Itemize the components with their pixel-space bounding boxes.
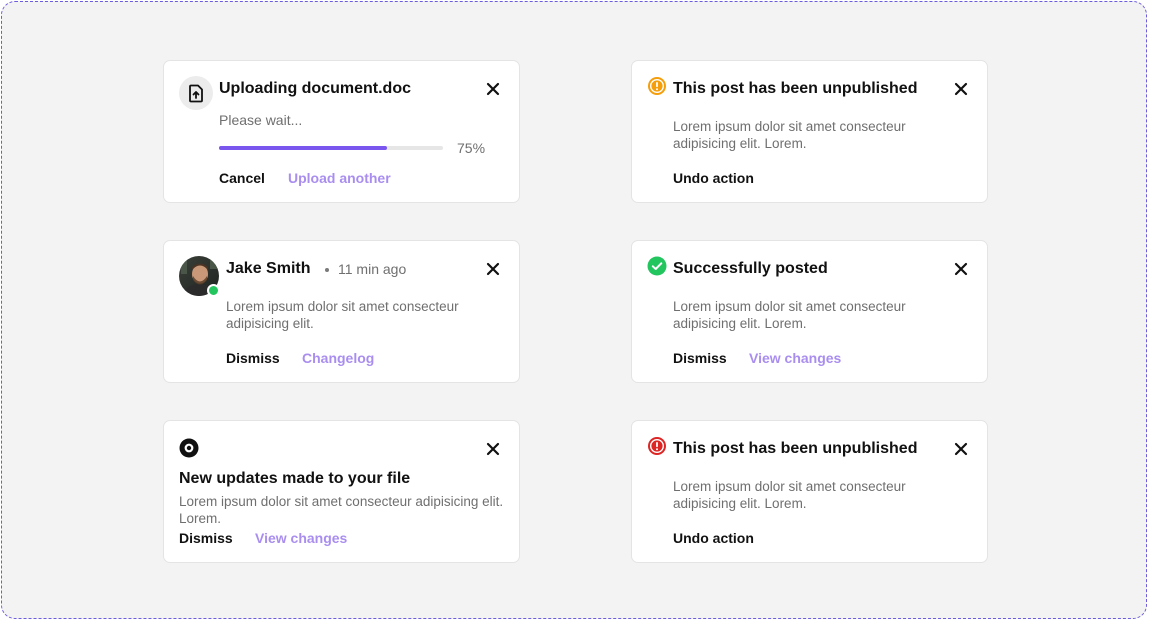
close-icon[interactable] [485,81,501,97]
upload-progress-bar [219,146,443,150]
view-changes-button[interactable]: View changes [749,350,841,366]
warning-circle-icon [647,76,667,101]
changelog-button[interactable]: Changelog [302,350,374,366]
view-changes-button[interactable]: View changes [255,530,347,546]
error-circle-icon [647,436,667,461]
upload-another-button[interactable]: Upload another [288,170,391,186]
file-update-title: New updates made to your file [179,470,411,487]
file-update-body: Lorem ipsum dolor sit amet consecteur ad… [179,494,504,526]
close-icon[interactable] [953,81,969,97]
undo-action-button[interactable]: Undo action [673,170,754,186]
success-toast: Successfully posted Lorem ipsum dolor si… [631,240,988,383]
message-time: 11 min ago [338,261,407,277]
success-title: Successfully posted [673,260,828,277]
close-icon[interactable] [485,441,501,457]
message-body: Lorem ipsum dolor sit amet consecteur ad… [226,299,459,331]
sender-name: Jake Smith [226,260,311,277]
user-message-toast: Jake Smith 11 min ago Lorem ipsum dolor … [163,240,520,383]
upload-progress-fill [219,146,387,150]
dismiss-button[interactable]: Dismiss [673,350,727,366]
dismiss-button[interactable]: Dismiss [179,530,233,546]
file-upload-icon [179,76,213,110]
unpublished-error-toast: This post has been unpublished Lorem ips… [631,420,988,563]
file-update-toast: New updates made to your file Lorem ipsu… [163,420,520,563]
upload-subtitle: Please wait... [219,112,303,128]
upload-progress-label: 75% [457,140,486,156]
error-body: Lorem ipsum dolor sit amet consecteur ad… [673,479,906,511]
error-title: This post has been unpublished [673,440,918,457]
success-body: Lorem ipsum dolor sit amet consecteur ad… [673,299,906,331]
upload-toast: Uploading document.doc Please wait... 75… [163,60,520,203]
warning-title: This post has been unpublished [673,80,918,97]
warning-body: Lorem ipsum dolor sit amet consecteur ad… [673,119,906,151]
close-icon[interactable] [953,261,969,277]
upload-title: Uploading document.doc [219,80,411,97]
close-icon[interactable] [485,261,501,277]
online-status-icon [207,284,220,297]
separator-dot [325,268,329,272]
cancel-button[interactable]: Cancel [219,170,265,186]
close-icon[interactable] [953,441,969,457]
unpublished-warning-toast: This post has been unpublished Lorem ips… [631,60,988,203]
undo-action-button[interactable]: Undo action [673,530,754,546]
dismiss-button[interactable]: Dismiss [226,350,280,366]
record-circle-icon [179,438,199,463]
check-circle-icon [647,256,667,281]
